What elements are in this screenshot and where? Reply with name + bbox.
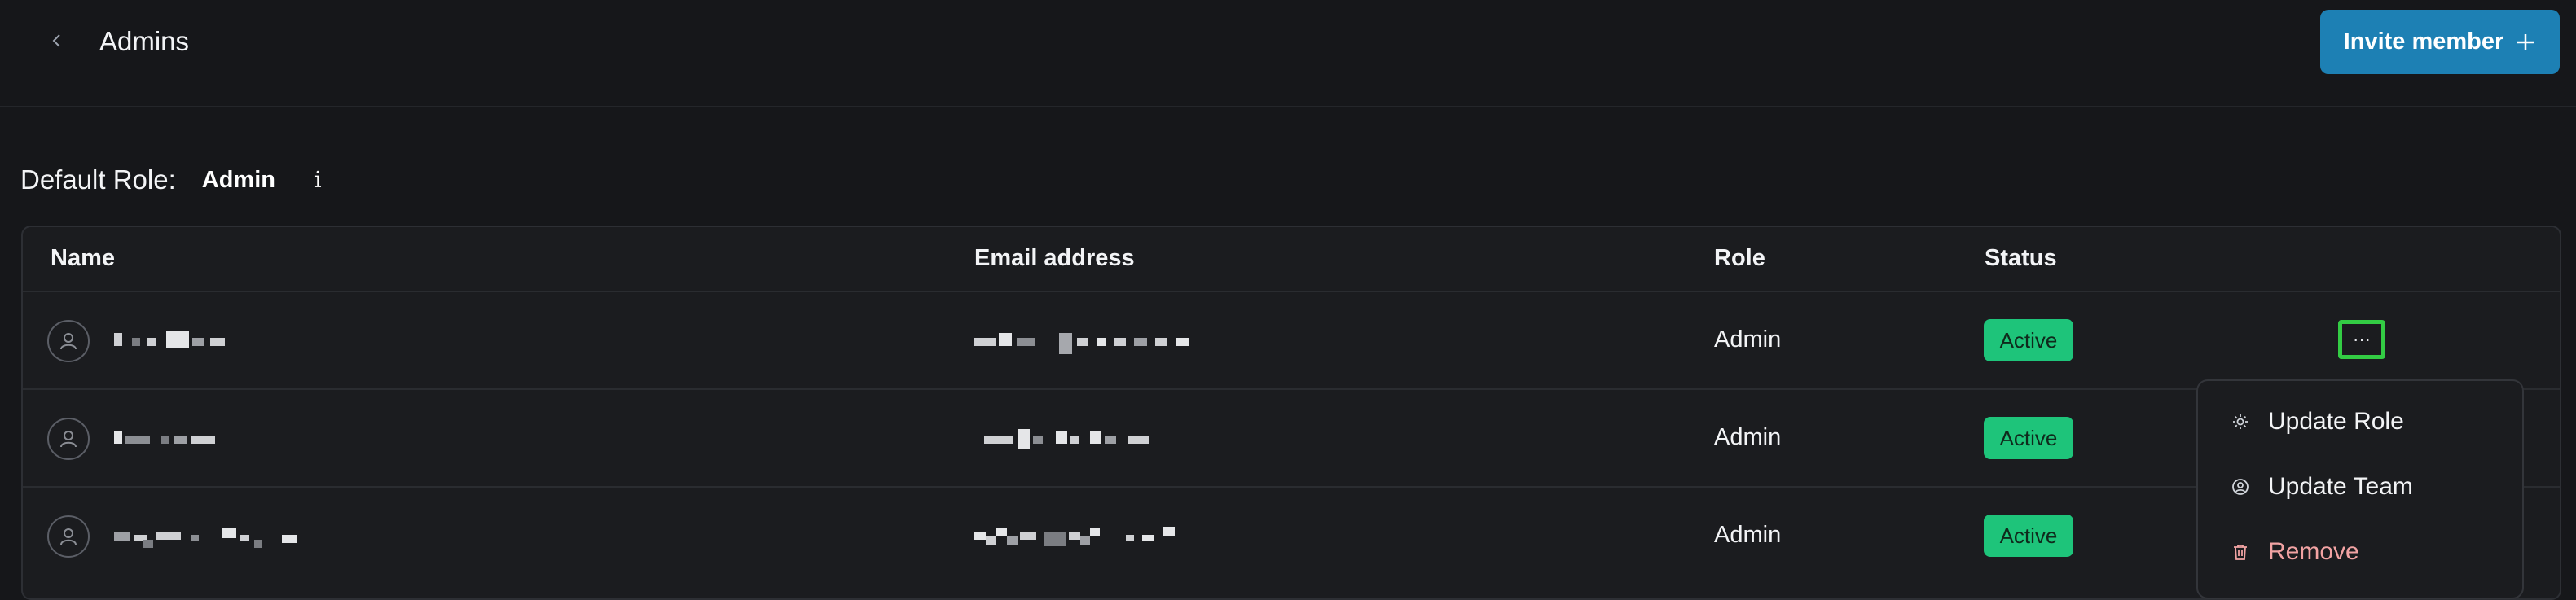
table-row[interactable]: Admin Active [23,390,2560,488]
default-role-value: Admin [201,166,275,193]
members-table: Name Email address Role Status Admin Act… [21,226,2561,600]
role-cell: Admin [1714,326,1782,353]
role-cell: Admin [1714,522,1782,548]
redacted-name [114,528,297,548]
top-bar: Admins Invite member [0,0,2576,107]
avatar [47,320,90,362]
avatar [47,418,90,460]
invite-member-button[interactable]: Invite member [2320,10,2560,74]
table-row[interactable]: Admin Active [23,488,2560,585]
user-icon [60,431,77,448]
invite-member-label: Invite member [2343,28,2504,55]
menu-item-update-role[interactable]: Update Role [2231,397,2404,446]
default-role: Default Role: Admin i [20,163,322,197]
menu-item-label: Update Role [2268,408,2404,435]
row-actions-button[interactable]: ··· [2338,320,2385,359]
status-badge: Active [1984,515,2073,557]
info-icon[interactable]: i [314,168,322,193]
gear-icon [2231,412,2250,431]
avatar [47,515,90,558]
table-header: Name Email address Role Status [23,227,2560,292]
trash-icon [2231,542,2250,562]
status-badge: Active [1984,417,2073,459]
role-cell: Admin [1714,424,1782,450]
redacted-name [114,331,225,348]
menu-item-update-team[interactable]: Update Team [2231,462,2413,511]
back-button[interactable] [41,24,73,57]
default-role-label: Default Role: [20,164,176,195]
menu-item-remove[interactable]: Remove [2231,528,2359,576]
column-header-name: Name [51,245,115,271]
redacted-email [974,333,1189,354]
user-icon [60,528,77,545]
menu-item-label: Update Team [2268,473,2413,500]
user-icon [60,333,77,350]
chevron-left-icon [52,34,60,47]
menu-item-label: Remove [2268,538,2359,565]
column-header-role: Role [1714,245,1765,271]
status-badge: Active [1984,319,2073,361]
redacted-email [974,527,1175,546]
table-row[interactable]: Admin Active ··· [23,292,2560,390]
redacted-name [114,431,215,444]
column-header-email: Email address [974,245,1135,271]
row-actions-menu: Update Role Update Team Remove [2196,379,2524,599]
column-header-status: Status [1985,245,2057,271]
plus-icon [2517,33,2534,50]
user-circle-icon [2231,477,2250,497]
page-title: Admins [99,26,190,56]
redacted-email [984,429,1149,449]
